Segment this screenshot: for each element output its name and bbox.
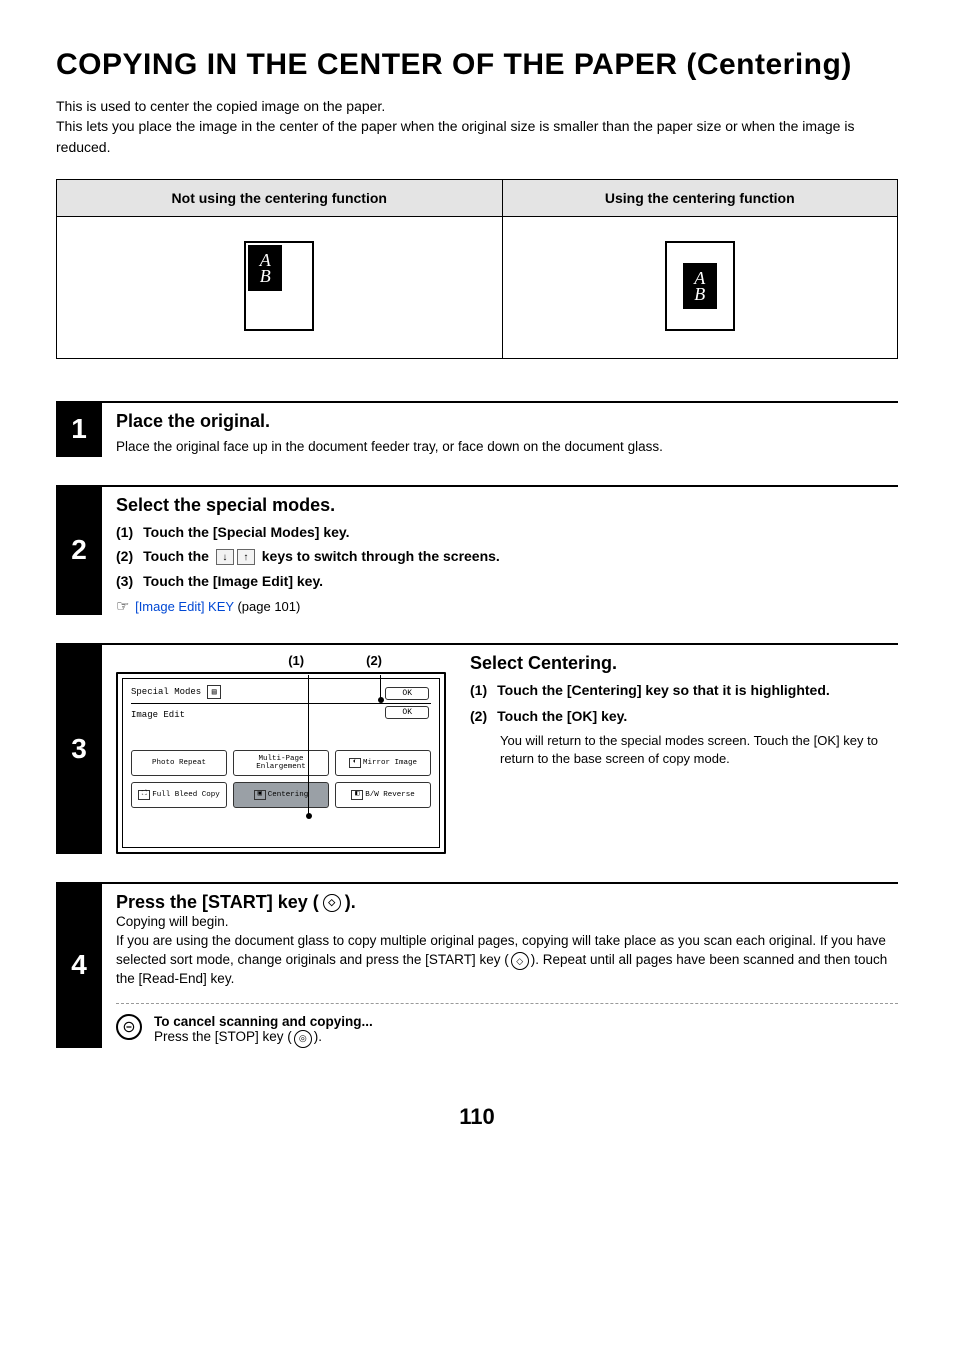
step-4-number: 4 (56, 882, 102, 1047)
step-2-sub2-a: Touch the (143, 548, 213, 564)
step-4-title-b: ). (345, 892, 356, 913)
reference-icon: ☞ (116, 598, 129, 615)
step-2-title: Select the special modes. (116, 495, 898, 516)
step-1: 1 Place the original. Place the original… (56, 401, 898, 457)
letter-b: B (260, 268, 271, 284)
step-4-p1: Copying will begin. (116, 913, 898, 932)
full-bleed-copy-button[interactable]: ⛶Full Bleed Copy (131, 782, 227, 808)
callout-1: (1) (288, 653, 304, 668)
step-3-number: 3 (56, 643, 102, 854)
intro-text: This is used to center the copied image … (56, 96, 898, 157)
ab-topleft: A B (248, 245, 282, 291)
step-2-sub2-label: Touch the ↓↑ keys to switch through the … (143, 548, 500, 565)
callout-2: (2) (366, 653, 382, 668)
step-2: 2 Select the special modes. (1) Touch th… (56, 485, 898, 615)
multi-page-enlargement-button[interactable]: Multi-Page Enlargement (233, 750, 329, 776)
step-2-sub1-num: (1) (116, 524, 133, 540)
cancel-title: To cancel scanning and copying... (154, 1014, 373, 1029)
step-2-sub2-num: (2) (116, 548, 133, 565)
bw-reverse-icon: ◧ (351, 790, 363, 800)
step-4: 4 Press the [START] key ( ◇ ). Copying w… (56, 882, 898, 1047)
cancel-a: Press the [STOP] key ( (154, 1029, 292, 1044)
compare-left-header: Not using the centering function (57, 179, 503, 216)
step-1-title: Place the original. (116, 411, 898, 432)
intro-p2: This lets you place the image in the cen… (56, 116, 898, 157)
mirror-icon: ◐ (349, 758, 361, 768)
document-icon: ▤ (207, 685, 221, 699)
step-1-text: Place the original face up in the docume… (116, 438, 898, 457)
stop-key-icon: ◎ (294, 1030, 312, 1048)
step-3-sub2-desc: You will return to the special modes scr… (500, 732, 898, 768)
device-screen: OK OK Special Modes ▤ Image Edit Photo R… (116, 672, 446, 854)
screen-header-title: Special Modes (131, 687, 201, 697)
letter-b: B (694, 286, 705, 302)
step-4-title: Press the [START] key ( ◇ ). (116, 892, 898, 913)
start-key-icon-inline: ◇ (511, 952, 529, 970)
step-3-sub2-num: (2) (470, 708, 487, 724)
reference-suffix: (page 101) (234, 599, 301, 614)
step-4-title-a: Press the [START] key ( (116, 892, 319, 913)
arrow-keys-icon: ↓↑ (216, 549, 255, 565)
step-2-reference: ☞ [Image Edit] KEY (page 101) (116, 597, 898, 615)
step-2-sub1-label: Touch the [Special Modes] key. (143, 524, 349, 540)
photo-repeat-button[interactable]: Photo Repeat (131, 750, 227, 776)
page-number: 110 (56, 1104, 898, 1130)
stop-hint-icon: ⊝ (116, 1014, 142, 1040)
dashed-separator (116, 1003, 898, 1004)
step-4-p2: If you are using the document glass to c… (116, 932, 898, 989)
compare-table: Not using the centering function Using t… (56, 179, 898, 359)
page-title: COPYING IN THE CENTER OF THE PAPER (Cent… (56, 48, 898, 82)
ok-button-inner[interactable]: OK (385, 706, 429, 719)
centering-button[interactable]: ▣Centering (233, 782, 329, 808)
image-edit-key-link[interactable]: [Image Edit] KEY (135, 599, 234, 614)
start-key-icon: ◇ (323, 894, 341, 912)
ab-center: A B (683, 263, 717, 309)
centering-icon: ▣ (254, 790, 266, 800)
bw-reverse-button[interactable]: ◧B/W Reverse (335, 782, 431, 808)
compare-left-cell: A B (57, 216, 503, 358)
ok-button-outer[interactable]: OK (385, 687, 429, 700)
step-2-sub2-b: keys to switch through the screens. (262, 548, 500, 564)
cancel-b: ). (314, 1029, 322, 1044)
cancel-text: Press the [STOP] key (◎). (154, 1029, 373, 1048)
step-3-sub2-label: Touch the [OK] key. (497, 708, 627, 724)
step-1-number: 1 (56, 401, 102, 457)
mirror-image-button[interactable]: ◐Mirror Image (335, 750, 431, 776)
step-3-sub1-num: (1) (470, 682, 487, 698)
step-2-number: 2 (56, 485, 102, 615)
intro-p1: This is used to center the copied image … (56, 96, 898, 116)
step-3: 3 (1) (2) OK OK (56, 643, 898, 854)
step-3-sub1-label: Touch the [Centering] key so that it is … (497, 682, 830, 698)
step-3-right-title: Select Centering. (470, 653, 898, 674)
compare-right-header: Using the centering function (502, 179, 897, 216)
step-2-sub3-num: (3) (116, 573, 133, 589)
fullbleed-icon: ⛶ (138, 790, 150, 800)
cancel-block: ⊝ To cancel scanning and copying... Pres… (116, 1014, 898, 1048)
step-2-sub3-label: Touch the [Image Edit] key. (143, 573, 323, 589)
compare-right-cell: A B (502, 216, 897, 358)
